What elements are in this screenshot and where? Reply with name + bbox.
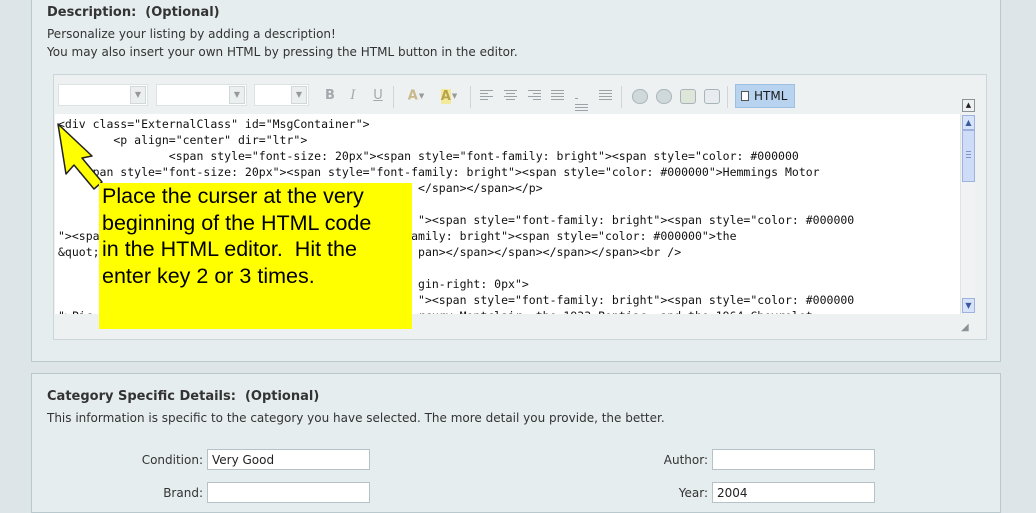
category-heading: Category Specific Details: (Optional) (47, 389, 319, 404)
code-line: <span style="font-size: 20px"><span styl… (58, 149, 799, 163)
image-icon[interactable] (680, 89, 696, 104)
description-help-line1: Personalize your listing by adding a des… (47, 27, 336, 41)
instruction-callout: Place the curser at the very beginning o… (99, 183, 412, 329)
scroll-up-icon[interactable]: ▲ (962, 115, 975, 130)
category-optional: (Optional) (244, 389, 320, 404)
year-field[interactable] (712, 482, 875, 503)
chevron-down-icon: ▼ (229, 86, 245, 104)
replace-icon[interactable] (656, 89, 672, 104)
html-source-icon (741, 91, 749, 101)
editor-toolbar: ▼ ▼ ▼ B I U A▼ A▼ HTML (23, 80, 953, 114)
editor-collapse-button[interactable]: ▲ (962, 99, 975, 112)
description-optional: (Optional) (145, 5, 220, 20)
font-color-button[interactable]: A▼ (402, 87, 430, 105)
chevron-down-icon: ▼ (291, 86, 307, 104)
toolbar-divider (393, 86, 394, 108)
condition-field[interactable] (207, 449, 370, 470)
code-line: <span style="font-size: 20px"><span styl… (58, 165, 820, 179)
category-title: Category Specific Details: (47, 389, 236, 404)
highlight-button[interactable]: A▼ (435, 87, 463, 105)
font-size-select[interactable]: ▼ (156, 84, 247, 106)
condition-label: Condition: (141, 453, 203, 467)
html-button-label: HTML (754, 89, 788, 103)
align-center-icon[interactable] (504, 90, 517, 102)
justify-icon[interactable] (551, 90, 564, 102)
font-color-icon: A (407, 88, 418, 104)
table-icon[interactable] (704, 89, 720, 104)
chevron-down-icon: ▼ (130, 86, 146, 104)
underline-button[interactable]: U (369, 87, 387, 105)
numbered-list-icon[interactable] (599, 90, 612, 102)
italic-button[interactable]: I (344, 87, 362, 105)
highlight-icon: A (440, 88, 451, 104)
scroll-down-icon[interactable]: ▼ (962, 298, 975, 313)
description-heading: Description: (Optional) (47, 5, 220, 20)
author-field[interactable] (712, 449, 875, 470)
format-select[interactable]: ▼ (254, 84, 309, 106)
chevron-down-icon: ▼ (418, 92, 425, 100)
resize-grip-icon[interactable]: ◢ (961, 322, 973, 334)
scrollbar-thumb[interactable] (962, 130, 975, 182)
author-label: Author: (663, 453, 708, 467)
annotation-arrow-icon (57, 123, 103, 190)
font-family-select[interactable]: ▼ (58, 84, 148, 106)
chevron-down-icon: ▼ (451, 92, 458, 100)
brand-field[interactable] (207, 482, 370, 503)
toolbar-divider (727, 86, 728, 108)
category-help: This information is specific to the cate… (47, 411, 665, 425)
toolbar-divider (621, 86, 622, 108)
toolbar-divider (470, 86, 471, 108)
bullet-list-icon[interactable] (575, 90, 588, 111)
vertical-scrollbar[interactable]: ▲ ▼ (960, 114, 975, 314)
align-right-icon[interactable] (528, 90, 541, 102)
bold-button[interactable]: B (321, 87, 339, 105)
find-icon[interactable] (632, 89, 648, 104)
brand-label: Brand: (163, 486, 203, 500)
align-left-icon[interactable] (480, 90, 493, 102)
html-source-button[interactable]: HTML (735, 84, 795, 108)
description-title: Description: (47, 5, 137, 20)
description-help-line2: You may also insert your own HTML by pre… (47, 45, 518, 59)
year-label: Year: (678, 486, 708, 500)
